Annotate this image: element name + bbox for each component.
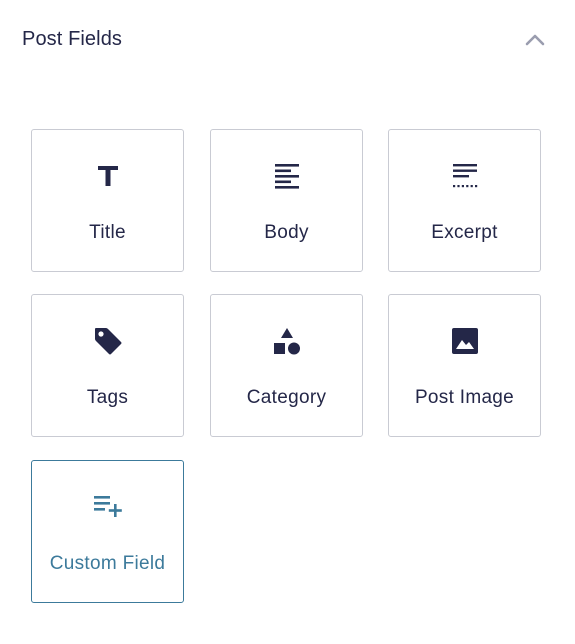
field-tile-label: Body: [264, 222, 309, 243]
field-tile-custom-field[interactable]: Custom Field: [31, 460, 184, 603]
field-tile-label: Category: [246, 387, 327, 408]
field-tile-excerpt[interactable]: Excerpt: [388, 129, 541, 272]
field-tile-category[interactable]: Category: [210, 294, 363, 437]
tag-icon: [94, 328, 121, 355]
image-icon: [451, 328, 478, 354]
field-tile-label: Excerpt: [431, 222, 498, 243]
field-tile-title[interactable]: Title: [31, 129, 184, 272]
excerpt-icon: [452, 164, 477, 188]
panel-title: Post Fields: [22, 28, 123, 50]
panel-header: Post Fields: [0, 0, 575, 80]
post-fields-grid: Title Body Excerpt Tags Category Post Im…: [31, 129, 543, 609]
chevron-up-icon: [525, 34, 545, 46]
field-tile-tags[interactable]: Tags: [31, 294, 184, 437]
field-tile-body[interactable]: Body: [210, 129, 363, 272]
field-tile-label: Post Image: [414, 387, 515, 408]
title-icon: [97, 166, 118, 186]
shapes-icon: [273, 328, 300, 355]
field-tile-label: Title: [89, 222, 126, 243]
align-left-icon: [274, 164, 299, 189]
collapse-toggle-button[interactable]: [520, 26, 550, 54]
field-tile-label: Tags: [86, 387, 129, 408]
field-tile-post-image[interactable]: Post Image: [388, 294, 541, 437]
field-tile-label: Custom Field: [49, 553, 166, 574]
list-add-icon: [93, 496, 122, 517]
